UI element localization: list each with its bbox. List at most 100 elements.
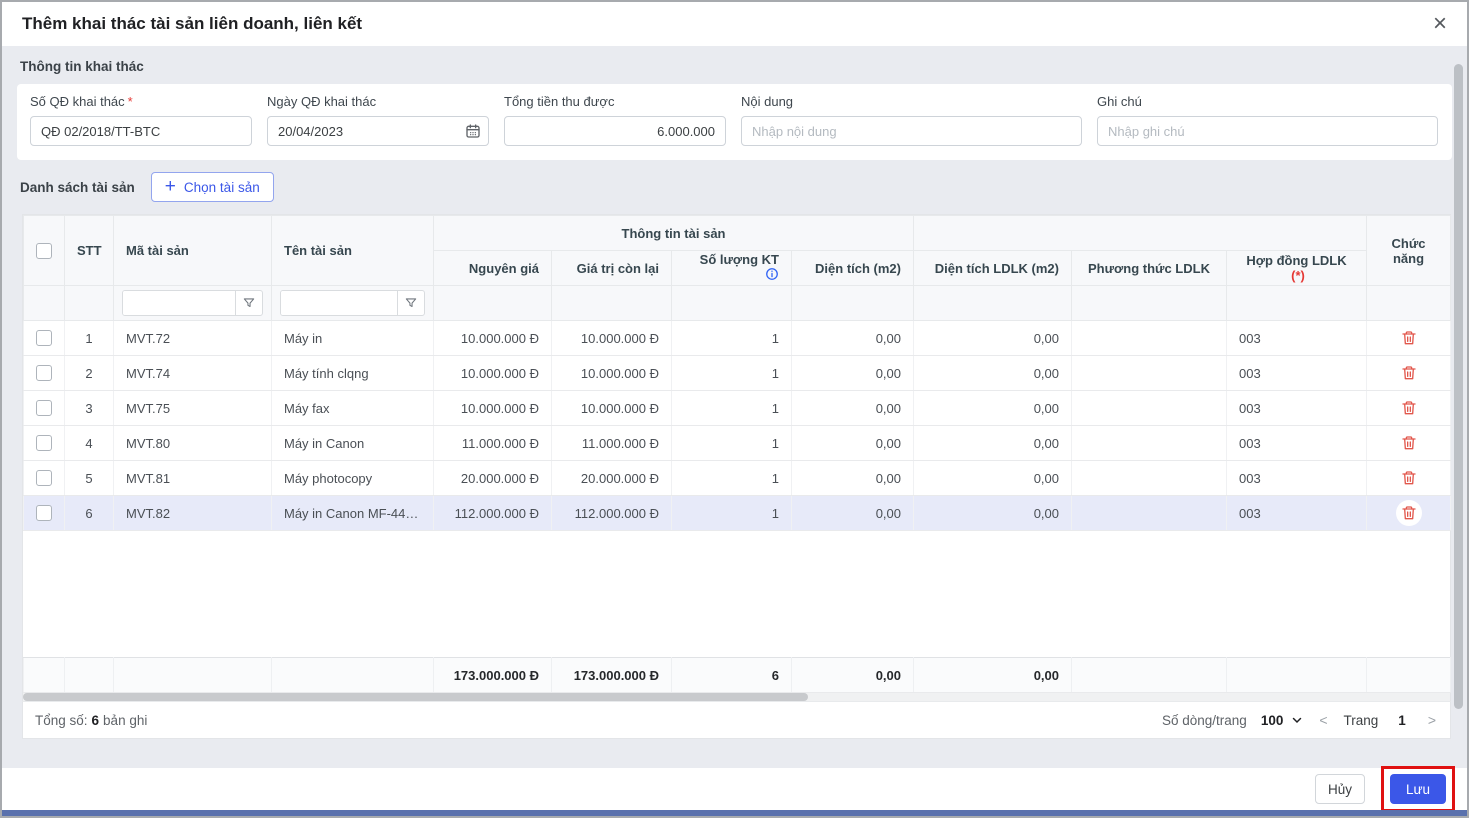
row-checkbox[interactable] — [36, 435, 52, 452]
dialog-action-bar: Hủy Lưu — [2, 766, 1467, 812]
table-footer: Tổng số: 6 bản ghi Số dòng/trang 100 < Tra… — [22, 701, 1451, 739]
cell-dien-tich-ldlk: 0,00 — [913, 355, 1072, 391]
filter-ten-tai-san-input[interactable] — [281, 291, 397, 315]
noi-dung-label: Nội dung — [741, 94, 794, 109]
header-group-empty — [912, 215, 1368, 251]
cell-ma-tai-san: MVT.74 — [113, 355, 272, 391]
table-row[interactable]: 2 MVT.74 Máy tính clqng 10.000.000 Đ 10.… — [23, 355, 1452, 391]
vertical-scrollbar-thumb[interactable] — [1454, 64, 1463, 709]
total-nguyen-gia: 173.000.000 Đ — [433, 657, 552, 693]
cell-nguyen-gia: 112.000.000 Đ — [433, 495, 552, 531]
filter-ma-tai-san-input[interactable] — [123, 291, 235, 315]
dialog-body: Thông tin khai thác Số QĐ khai thác* Ngà… — [2, 46, 1467, 768]
save-button[interactable]: Lưu — [1390, 774, 1446, 804]
row-checkbox[interactable] — [36, 400, 52, 417]
cell-dien-tich: 0,00 — [791, 495, 914, 531]
cell-phuong-thuc-ldlk[interactable] — [1071, 320, 1227, 356]
cell-hop-dong-ldlk[interactable]: 003 — [1226, 355, 1368, 391]
table-empty-space — [23, 531, 1450, 657]
cell-ten-tai-san: Máy in — [271, 320, 434, 356]
select-all-checkbox[interactable] — [36, 242, 52, 259]
cell-stt: 2 — [64, 355, 114, 391]
table-row[interactable]: 4 MVT.80 Máy in Canon 11.000.000 Đ 11.00… — [23, 425, 1452, 461]
filter-funnel-icon[interactable] — [235, 291, 262, 315]
delete-row-button[interactable] — [1396, 430, 1422, 456]
ghi-chu-input[interactable] — [1097, 116, 1438, 146]
cell-gia-tri-con-lai: 20.000.000 Đ — [551, 460, 672, 496]
assets-table: STT Mã tài sản Tên tài sản Thông tin tài… — [23, 215, 1452, 531]
table-row[interactable]: 3 MVT.75 Máy fax 10.000.000 Đ 10.000.000… — [23, 390, 1452, 426]
cell-dien-tich: 0,00 — [791, 390, 914, 426]
header-chuc-nang: Chức năng — [1366, 215, 1452, 286]
chon-tai-san-button[interactable]: + Chọn tài sản — [150, 172, 274, 202]
cell-hop-dong-ldlk[interactable]: 003 — [1226, 495, 1368, 531]
header-dien-tich-ldlk: Diện tích LDLK (m2) — [913, 250, 1072, 286]
cell-phuong-thuc-ldlk[interactable] — [1071, 355, 1227, 391]
cell-so-luong-kt: 1 — [671, 320, 792, 356]
total-so-luong: 6 — [671, 657, 792, 693]
header-select-all-cell — [23, 215, 65, 286]
cell-hop-dong-ldlk[interactable]: 003 — [1226, 460, 1368, 496]
tong-tien-input[interactable] — [504, 116, 726, 146]
next-page-button[interactable]: > — [1426, 712, 1438, 728]
rows-per-page-select[interactable]: 100 — [1261, 713, 1304, 728]
save-button-annotation: Lưu — [1381, 766, 1455, 812]
cell-phuong-thuc-ldlk[interactable] — [1071, 460, 1227, 496]
header-so-luong-kt: Số lượng KT — [671, 250, 792, 286]
cancel-button[interactable]: Hủy — [1314, 774, 1365, 804]
filter-ma-tai-san — [122, 290, 263, 316]
cell-gia-tri-con-lai: 10.000.000 Đ — [551, 355, 672, 391]
table-row[interactable]: 6 MVT.82 Máy in Canon MF-445D... 112.000… — [23, 495, 1452, 531]
cell-hop-dong-ldlk[interactable]: 003 — [1226, 425, 1368, 461]
noi-dung-input[interactable] — [741, 116, 1082, 146]
ngay-qd-input[interactable] — [267, 116, 489, 146]
table-row[interactable]: 1 MVT.72 Máy in 10.000.000 Đ 10.000.000 … — [23, 320, 1452, 356]
cell-hop-dong-ldlk[interactable]: 003 — [1226, 320, 1368, 356]
row-checkbox[interactable] — [36, 470, 52, 487]
close-icon[interactable]: × — [1433, 12, 1447, 36]
current-page-number[interactable]: 1 — [1392, 713, 1412, 728]
delete-row-button[interactable] — [1396, 395, 1422, 421]
row-checkbox[interactable] — [36, 505, 52, 522]
field-ngay-qd: Ngày QĐ khai thác — [267, 94, 489, 146]
cell-ten-tai-san: Máy in Canon — [271, 425, 434, 461]
delete-row-button[interactable] — [1396, 360, 1422, 386]
cell-dien-tich: 0,00 — [791, 355, 914, 391]
cell-nguyen-gia: 20.000.000 Đ — [433, 460, 552, 496]
cell-dien-tich-ldlk: 0,00 — [913, 390, 1072, 426]
header-group-thong-tin-tai-san: Thông tin tài sản — [433, 215, 914, 251]
horizontal-scrollbar-thumb[interactable] — [23, 693, 808, 701]
delete-row-button[interactable] — [1395, 500, 1422, 526]
assets-table-area: STT Mã tài sản Tên tài sản Thông tin tài… — [22, 214, 1452, 701]
cell-ten-tai-san: Máy fax — [271, 390, 434, 426]
cell-hop-dong-ldlk[interactable]: 003 — [1226, 390, 1368, 426]
pagination: Số dòng/trang 100 < Trang 1 > — [1162, 712, 1438, 728]
so-qd-label: Số QĐ khai thác — [30, 94, 125, 109]
cell-ten-tai-san: Máy tính clqng — [271, 355, 434, 391]
cell-phuong-thuc-ldlk[interactable] — [1071, 390, 1227, 426]
so-qd-input[interactable] — [30, 116, 252, 146]
cell-phuong-thuc-ldlk[interactable] — [1071, 425, 1227, 461]
filter-funnel-icon[interactable] — [397, 291, 424, 315]
total-gia-tri-con-lai: 173.000.000 Đ — [551, 657, 672, 693]
delete-row-button[interactable] — [1396, 465, 1422, 491]
plus-icon: + — [164, 175, 176, 197]
cell-gia-tri-con-lai: 10.000.000 Đ — [551, 320, 672, 356]
cell-nguyen-gia: 11.000.000 Đ — [433, 425, 552, 461]
field-tong-tien: Tổng tiền thu được — [504, 94, 726, 146]
delete-row-button[interactable] — [1396, 325, 1422, 351]
horizontal-scrollbar[interactable] — [23, 693, 1450, 701]
table-row[interactable]: 5 MVT.81 Máy photocopy 20.000.000 Đ 20.0… — [23, 460, 1452, 496]
dialog-title-bar: Thêm khai thác tài sản liên doanh, liên … — [2, 2, 1467, 46]
row-checkbox[interactable] — [36, 365, 52, 382]
header-ma-tai-san: Mã tài sản — [113, 215, 272, 286]
rows-per-page-label: Số dòng/trang — [1161, 712, 1247, 728]
cell-so-luong-kt: 1 — [671, 495, 792, 531]
cell-phuong-thuc-ldlk[interactable] — [1071, 495, 1227, 531]
cell-gia-tri-con-lai: 11.000.000 Đ — [551, 425, 672, 461]
cell-nguyen-gia: 10.000.000 Đ — [433, 320, 552, 356]
header-hop-dong-ldlk: Hợp đồng LDLK (*) — [1225, 250, 1368, 286]
info-icon[interactable] — [765, 267, 779, 284]
row-checkbox[interactable] — [36, 330, 52, 347]
prev-page-button[interactable]: < — [1317, 712, 1329, 728]
